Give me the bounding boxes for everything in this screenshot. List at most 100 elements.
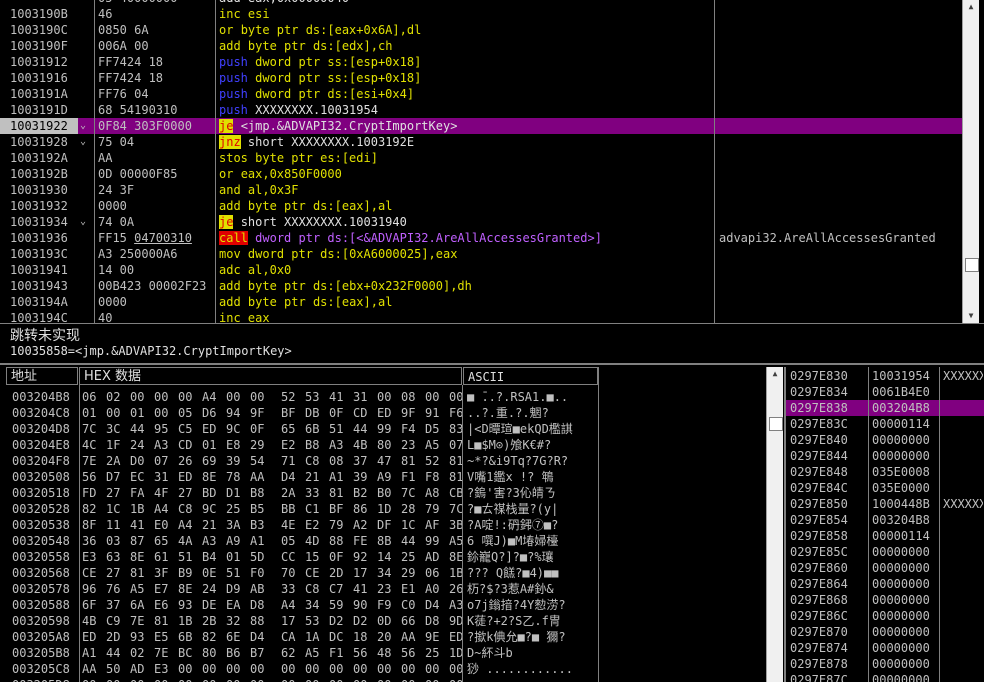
stack-row[interactable]: 0297E868 00000000 (786, 592, 984, 608)
hex-byte[interactable]: DF (377, 517, 401, 533)
hex-byte[interactable]: 7C (401, 485, 425, 501)
stack-row[interactable]: 0297E87C 00000000 (786, 672, 984, 682)
hex-byte[interactable]: 41 (329, 389, 353, 405)
hex-byte[interactable]: 78 (226, 469, 250, 485)
hex-byte[interactable]: 4A (178, 533, 202, 549)
hex-byte[interactable]: 4B (353, 437, 377, 453)
hex-byte[interactable]: D5 (425, 421, 449, 437)
hex-byte[interactable]: A9 (226, 533, 250, 549)
hex-byte[interactable]: 41 (353, 581, 377, 597)
hex-byte[interactable]: ED (449, 629, 462, 645)
hex-byte[interactable]: 23 (401, 437, 425, 453)
hex-byte[interactable]: 02 (130, 645, 154, 661)
hex-byte[interactable]: 08 (329, 453, 353, 469)
hex-byte[interactable]: 02 (106, 389, 130, 405)
hex-byte[interactable]: A1 (329, 469, 353, 485)
hex-byte[interactable]: 8E (178, 581, 202, 597)
hex-byte[interactable]: 0E (202, 565, 226, 581)
hex-byte[interactable]: 8F (82, 517, 106, 533)
hex-byte[interactable]: 00 (202, 661, 226, 677)
dump-header-address[interactable]: 地址 (6, 367, 78, 385)
hex-byte[interactable]: AB (250, 581, 281, 597)
stack-row[interactable]: 0297E844 00000000 (786, 448, 984, 464)
hex-byte[interactable]: 37 (106, 597, 130, 613)
hex-byte[interactable]: 9F (401, 405, 425, 421)
hex-byte[interactable]: B7 (250, 645, 281, 661)
hex-byte[interactable]: FE (353, 533, 377, 549)
hex-byte[interactable]: 05 (281, 533, 305, 549)
disasm-row[interactable]: 1003190F 006A 00 add byte ptr ds:[edx],ch (0, 38, 962, 54)
hex-byte[interactable]: FA (130, 485, 154, 501)
hex-byte[interactable]: 2D (106, 629, 130, 645)
hex-byte[interactable]: 82 (82, 501, 106, 517)
stack-row[interactable]: 0297E864 00000000 (786, 576, 984, 592)
disasm-row[interactable]: 10031928 ⌄ 75 04 jnz short XXXXXXXX.1003192… (0, 134, 962, 150)
stack-row[interactable]: 0297E83C 00000114 (786, 416, 984, 432)
hex-byte[interactable]: 00 (154, 677, 178, 682)
stack-row[interactable]: 0297E860 00000000 (786, 560, 984, 576)
disasm-row[interactable]: 10031932 0000 add byte ptr ds:[eax],al (0, 198, 962, 214)
hex-byte[interactable]: 00 (250, 389, 281, 405)
hex-byte[interactable]: 7E (82, 453, 106, 469)
hex-byte[interactable]: 11 (106, 517, 130, 533)
hex-byte[interactable]: 95 (154, 421, 178, 437)
hex-byte[interactable]: 00 (106, 677, 130, 682)
hex-byte[interactable]: 69 (202, 453, 226, 469)
hex-byte[interactable]: F1 (401, 469, 425, 485)
hex-byte[interactable]: B0 (377, 485, 401, 501)
hex-byte[interactable]: 80 (202, 645, 226, 661)
hex-byte[interactable]: 00 (250, 677, 281, 682)
hex-byte[interactable]: 18 (353, 629, 377, 645)
hex-byte[interactable]: E3 (154, 661, 178, 677)
hex-byte[interactable]: 00 (226, 661, 250, 677)
hex-byte[interactable]: B4 (202, 549, 226, 565)
hex-byte[interactable]: 81 (154, 613, 178, 629)
hex-byte[interactable]: EC (130, 469, 154, 485)
hex-byte[interactable]: 00 (178, 661, 202, 677)
hex-byte[interactable]: 3B (449, 517, 462, 533)
hex-byte[interactable]: 53 (305, 389, 329, 405)
hex-byte[interactable]: 21 (202, 517, 226, 533)
disasm-row[interactable]: 10031936 FF15 04700310 call dword ptr ds:[… (0, 230, 962, 246)
hex-byte[interactable]: 00 (449, 661, 462, 677)
hex-byte[interactable]: 93 (178, 597, 202, 613)
hex-byte[interactable]: 6F (82, 597, 106, 613)
hex-byte[interactable]: 00 (202, 677, 226, 682)
disasm-row[interactable]: 10031916 FF7424 18 push dword ptr ss:[esp+… (0, 70, 962, 86)
hex-byte[interactable]: AD (425, 549, 449, 565)
scrollbar-thumb[interactable] (769, 417, 783, 431)
hex-byte[interactable]: D8 (425, 613, 449, 629)
hex-byte[interactable]: 00 (305, 677, 329, 682)
hex-byte[interactable]: A5 (305, 645, 329, 661)
hex-byte[interactable]: 03 (106, 533, 130, 549)
disasm-row[interactable]: 10031912 FF7424 18 push dword ptr ss:[esp+… (0, 54, 962, 70)
hex-byte[interactable]: 47 (377, 453, 401, 469)
hex-byte[interactable]: 01 (82, 405, 106, 421)
disasm-row[interactable]: 1003192A AA stos byte ptr es:[edi] (0, 150, 962, 166)
hex-byte[interactable]: 32 (226, 613, 250, 629)
hex-byte[interactable]: BF (281, 405, 305, 421)
hex-byte[interactable]: 92 (353, 549, 377, 565)
hex-byte[interactable]: 93 (130, 629, 154, 645)
hex-byte[interactable]: C8 (178, 501, 202, 517)
hex-byte[interactable]: 79 (425, 501, 449, 517)
hex-byte[interactable]: 5D (250, 549, 281, 565)
hex-byte[interactable]: 17 (353, 565, 377, 581)
hex-byte[interactable]: E8 (226, 437, 250, 453)
disasm-row[interactable]: 10031943 00B423 00002F23 add byte ptr ds:[… (0, 278, 962, 294)
hex-byte[interactable]: E0 (154, 517, 178, 533)
hex-byte[interactable]: 39 (226, 453, 250, 469)
hex-byte[interactable]: D8 (250, 597, 281, 613)
hex-byte[interactable]: E2 (281, 437, 305, 453)
hex-byte[interactable]: F0 (250, 565, 281, 581)
hex-byte[interactable]: 87 (130, 533, 154, 549)
hex-byte[interactable]: ED (82, 629, 106, 645)
hex-byte[interactable]: 00 (130, 677, 154, 682)
hex-byte[interactable]: 2A (281, 485, 305, 501)
disasm-row[interactable]: 10031934 ⌄ 74 0A je short XXXXXXXX.10031940 (0, 214, 962, 230)
hex-byte[interactable]: A3 (449, 597, 462, 613)
hex-byte[interactable]: 31 (353, 389, 377, 405)
hex-byte[interactable]: 06 (425, 565, 449, 581)
disasm-row[interactable]: 1003192B 0D 00000F85 or eax,0x850F0000 (0, 166, 962, 182)
disasm-row[interactable]: 10031922 ⌄ 0F84 303F0000 je <jmp.&ADVAPI32.… (0, 118, 962, 134)
